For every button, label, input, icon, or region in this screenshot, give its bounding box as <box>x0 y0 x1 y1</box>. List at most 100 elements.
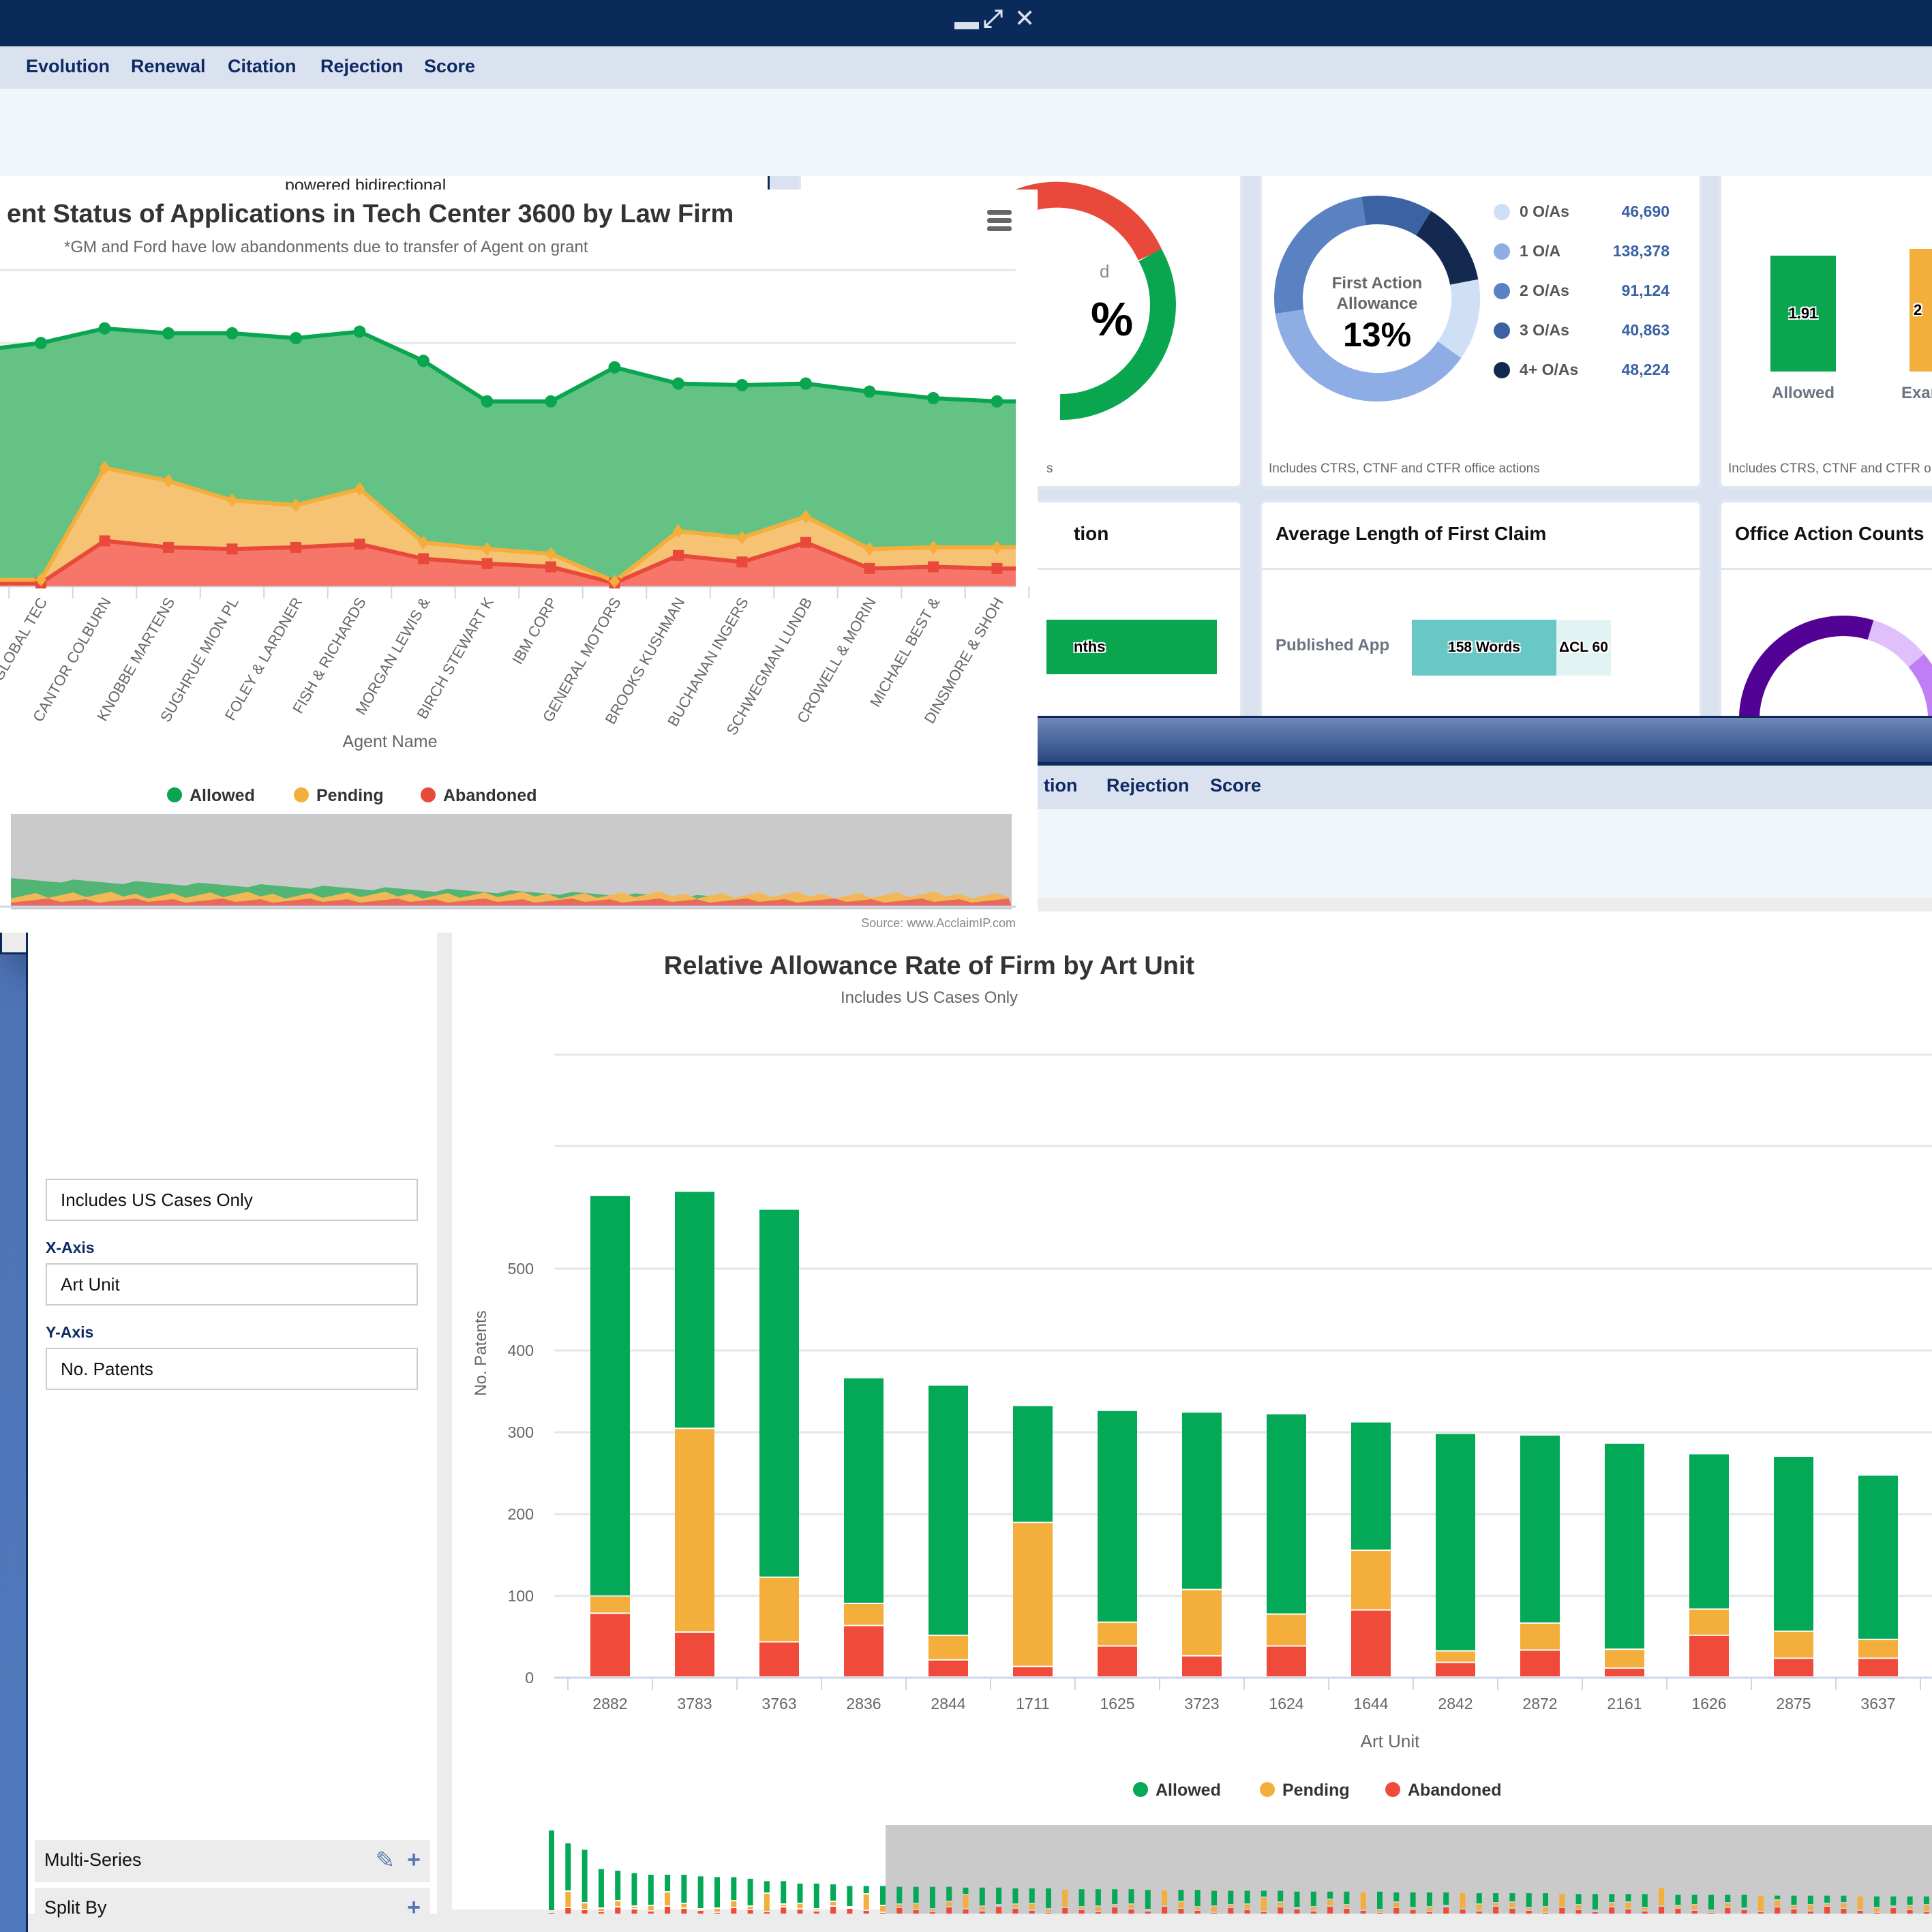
split-by-row[interactable]: Split By + <box>35 1888 430 1930</box>
bar-pending <box>1436 1651 1475 1662</box>
navigator-bar <box>1310 1912 1316 1915</box>
bar-allowed <box>1351 1422 1391 1550</box>
card-footer: s <box>1046 462 1053 476</box>
legend-item[interactable]: 0 O/As 46,690 <box>1494 202 1670 221</box>
navigator-bar <box>1642 1912 1648 1915</box>
tab-rejection[interactable]: Rejection <box>320 56 404 77</box>
navigator-bar <box>582 1910 588 1915</box>
navigator-bar <box>582 1903 588 1909</box>
legend-dot-icon <box>1494 203 1510 220</box>
y-tick-label: 400 <box>508 1342 534 1359</box>
gauge-segment <box>1738 616 1874 718</box>
navigator-bar <box>1194 1907 1201 1910</box>
tab-citation[interactable]: tion <box>1044 775 1077 796</box>
navigator-bar <box>1278 1907 1284 1915</box>
chart-title: Relative Allowance Rate of Firm by Art U… <box>664 952 1195 980</box>
x-tick-label: 3763 <box>761 1695 796 1712</box>
navigator-bar <box>1228 1908 1234 1915</box>
navigator-bar <box>1791 1906 1797 1908</box>
navigator-bar <box>880 1886 886 1905</box>
navigator-bar <box>946 1886 952 1901</box>
navigator-bar <box>582 1850 588 1902</box>
navigator-bar <box>1145 1890 1151 1909</box>
navigator-bar <box>1907 1910 1913 1915</box>
navigator-bar <box>1029 1911 1035 1915</box>
bar-pending <box>1858 1640 1898 1658</box>
data-point <box>672 377 684 390</box>
data-point <box>481 395 494 408</box>
navigator-bar <box>1046 1888 1051 1908</box>
bar-allowed <box>1858 1475 1898 1639</box>
agent-status-window: ▬ ⤢ ✕ Evolution Renewal Citation Rejecti… <box>0 0 1932 954</box>
navigator-bar <box>1393 1903 1400 1907</box>
artunit-bar-chart: Relative Allowance Rate of Firm by Art U… <box>472 952 1932 1918</box>
navigator-bar <box>1775 1895 1781 1899</box>
tab-score[interactable]: Score <box>1210 775 1261 796</box>
tab-score[interactable]: Score <box>424 56 475 77</box>
navigator-bar <box>946 1907 952 1915</box>
card-footer: Includes CTRS, CTNF and CTFR office acti… <box>1269 462 1540 476</box>
navigator-bar <box>1675 1906 1681 1907</box>
bar-allowed <box>1098 1410 1137 1622</box>
legend-item[interactable]: 3 O/As 40,863 <box>1494 321 1670 339</box>
examined-bar: 2 <box>1910 249 1932 372</box>
bar-value: 2 <box>1914 301 1922 318</box>
navigator-bar <box>681 1875 687 1903</box>
plus-icon[interactable]: + <box>407 1847 421 1874</box>
minimize-icon[interactable]: ▬ <box>954 7 979 35</box>
navigator-bar <box>1476 1893 1482 1903</box>
data-point <box>545 395 557 408</box>
bar-allowed <box>929 1385 968 1635</box>
navigator-bar <box>681 1909 687 1915</box>
navigator-bar <box>1775 1907 1781 1915</box>
expand-icon[interactable]: ⤢ <box>983 4 1003 33</box>
chart-menu-icon[interactable] <box>987 210 1012 231</box>
navigator-bar <box>731 1908 737 1915</box>
navigator-bar <box>896 1908 903 1915</box>
artunit-chart-pane: Relative Allowance Rate of Firm by Art U… <box>452 911 1932 1918</box>
navigator-bar <box>1244 1905 1250 1909</box>
legend-value: 138,378 <box>1612 242 1670 260</box>
tab-evolution[interactable]: Evolution <box>26 56 110 77</box>
navigator-bar <box>1642 1908 1648 1910</box>
pencil-icon[interactable]: ✎ <box>376 1847 395 1874</box>
y-axis-field[interactable]: No. Patents <box>46 1348 418 1390</box>
legend-value: 91,124 <box>1621 282 1670 299</box>
navigator-bar <box>929 1910 935 1911</box>
data-point <box>673 549 684 561</box>
multi-series-row[interactable]: Multi-Series ✎ + <box>35 1840 430 1882</box>
navigator-bar <box>1360 1892 1366 1910</box>
navigator-bar <box>1078 1889 1085 1906</box>
data-point <box>417 354 429 367</box>
legend-item[interactable]: 4+ O/As 48,224 <box>1494 361 1670 379</box>
subtitle-field[interactable]: Includes US Cases Only <box>46 1179 418 1221</box>
navigator-bar <box>1112 1889 1118 1904</box>
navigator-bar <box>1824 1907 1830 1915</box>
navigator-bar <box>1708 1911 1714 1912</box>
bar-allowed <box>1182 1413 1222 1589</box>
data-point <box>608 361 621 374</box>
navigator-bar <box>880 1913 886 1915</box>
close-icon[interactable]: ✕ <box>1014 4 1035 33</box>
card-divider <box>1721 568 1932 570</box>
navigator-bar <box>648 1912 654 1915</box>
navigator-bar <box>747 1910 753 1915</box>
tab-rejection[interactable]: Rejection <box>1106 775 1190 796</box>
navigator-bar <box>681 1904 687 1907</box>
x-axis-field[interactable]: Art Unit <box>46 1263 418 1305</box>
legend-item[interactable]: 2 O/As 91,124 <box>1494 282 1670 300</box>
legend-value: 48,224 <box>1621 361 1670 378</box>
allowed-bar: 1.91 <box>1770 256 1836 372</box>
multi-series-label: Multi-Series <box>44 1850 142 1870</box>
tab-renewal[interactable]: Renewal <box>131 56 206 77</box>
navigator-bar <box>615 1871 621 1900</box>
navigator-bar <box>1923 1905 1929 1911</box>
legend-item[interactable]: 1 O/A 138,378 <box>1494 242 1670 260</box>
bar-label: Allowed <box>1771 384 1835 402</box>
x-tick-label: 3637 <box>1860 1695 1895 1712</box>
legend-label: 0 O/As <box>1520 202 1569 220</box>
legend-dot-icon <box>421 787 436 802</box>
navigator-bar <box>1211 1913 1217 1915</box>
tab-citation[interactable]: Citation <box>228 56 297 77</box>
plus-icon[interactable]: + <box>407 1895 421 1921</box>
